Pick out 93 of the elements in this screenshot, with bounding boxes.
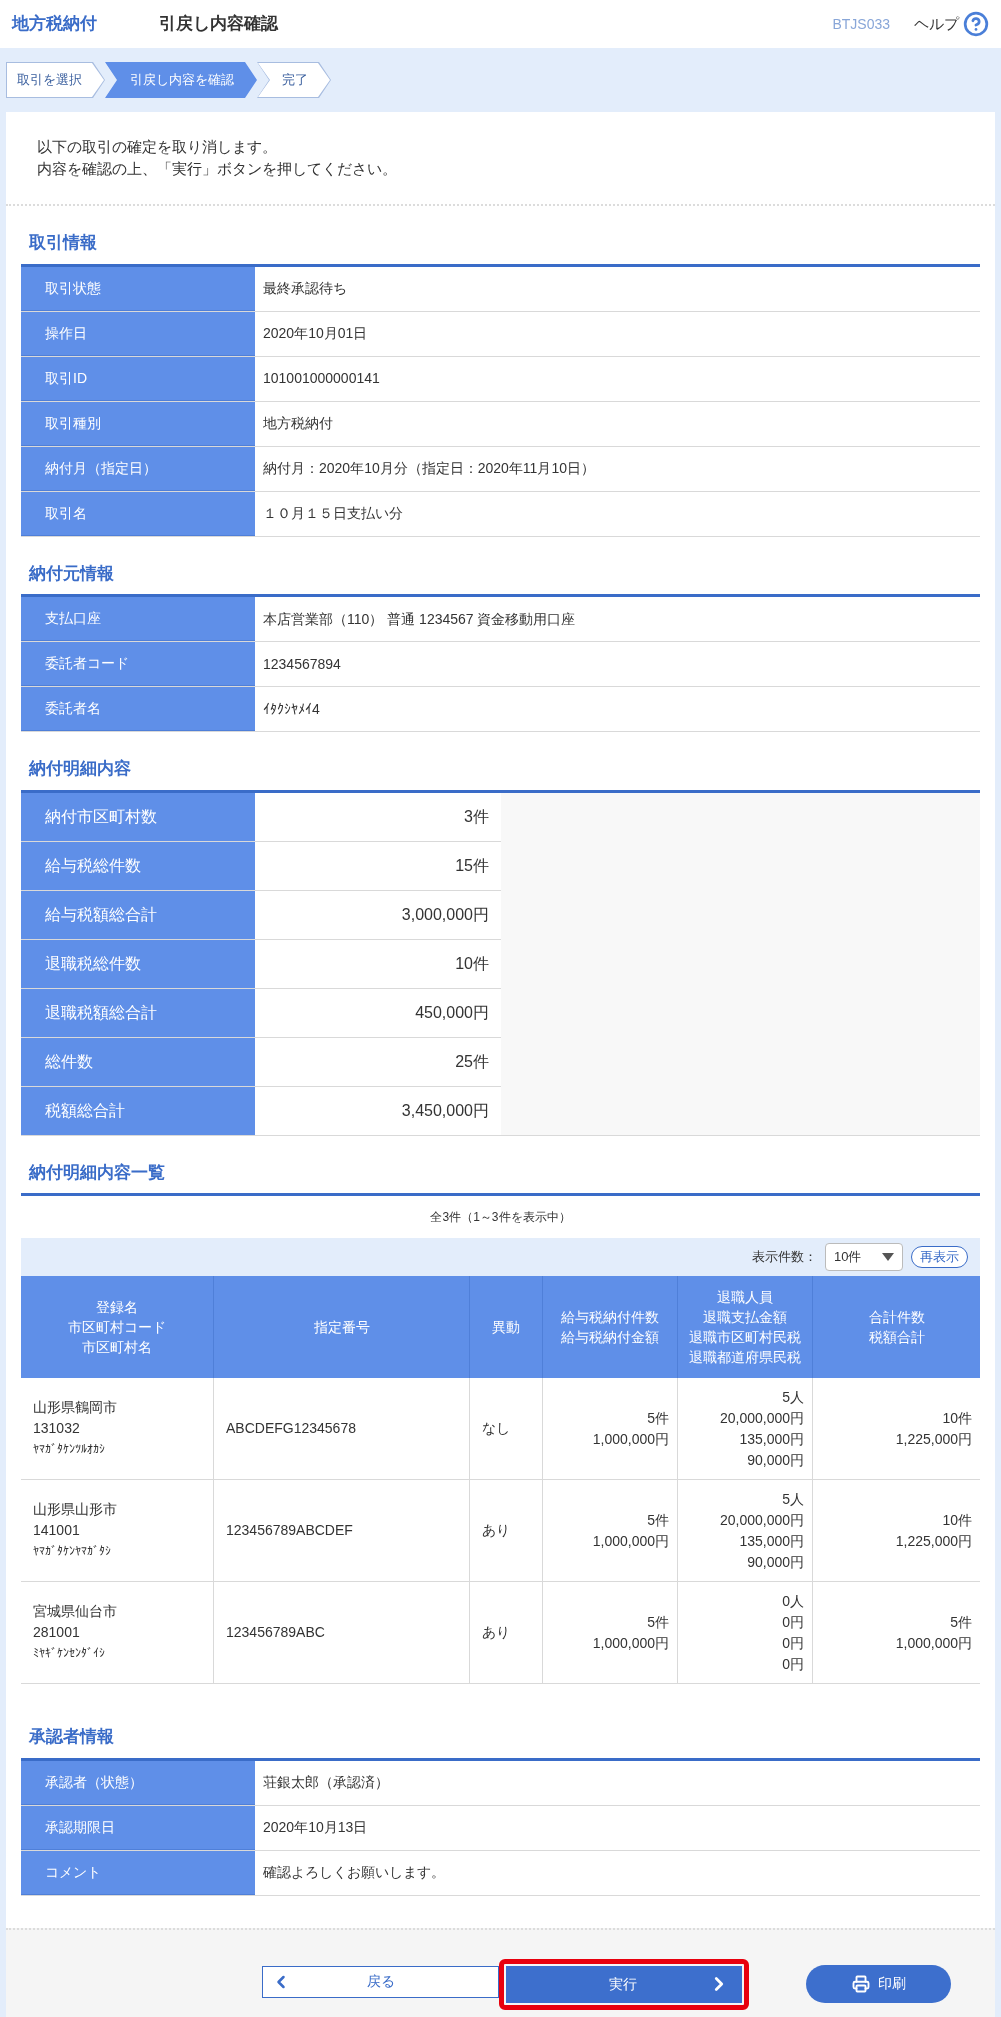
column-header-text: 登録名 [96, 1298, 138, 1317]
row-label: 委託者コード [21, 642, 255, 686]
row-value: 確認よろしくお願いします。 [262, 1863, 446, 1882]
print-button[interactable]: 印刷 [806, 1964, 951, 2003]
row-label: 退職税額総合計 [21, 988, 255, 1037]
section-title: 納付明細内容一覧 [29, 1162, 165, 1182]
row-label: 税額総合計 [21, 1086, 255, 1135]
per-page-label: 表示件数： [752, 1248, 817, 1267]
screen-id: BTJS033 [832, 14, 890, 34]
row-value: 15件 [454, 855, 490, 876]
row-label: コメント [21, 1850, 255, 1895]
step-tab[interactable]: 引戻し内容を確認 [105, 62, 257, 98]
help-icon [963, 11, 989, 37]
step-tab[interactable]: 完了 [257, 62, 331, 98]
row-value: 3件 [463, 806, 490, 827]
row-value: 101001000000141 [262, 369, 381, 388]
row-label: 支払口座 [21, 597, 255, 641]
table-cell: 0人 0円 0円 0円 [678, 1582, 813, 1683]
step-tab[interactable]: 取引を選択 [6, 62, 105, 98]
row-label: 納付市区町村数 [21, 792, 255, 841]
row-value: 2020年10月13日 [262, 1818, 369, 1837]
row-label: 退職税総件数 [21, 939, 255, 988]
column-header-text: 退職支払金額 [703, 1308, 787, 1327]
row-value: 1234567894 [262, 654, 342, 674]
row-label: 承認期限日 [21, 1805, 255, 1850]
per-page-select[interactable]: 10件 [825, 1243, 903, 1271]
table-cell: ABCDEFG12345678 [214, 1378, 470, 1479]
dropdown-icon [882, 1253, 894, 1261]
row-label: 取引種別 [21, 401, 255, 446]
table-cell: 5件 1,000,000円 [543, 1480, 678, 1581]
column-header-text: 市区町村コード [68, 1318, 166, 1337]
row-value: 本店営業部（110） 普通 1234567 資金移動用口座 [262, 609, 577, 629]
column-header-text: 指定番号 [313, 1318, 370, 1337]
row-value: ｲﾀｸｼﾔﾒｲ4 [262, 699, 321, 719]
column-header-text: 退職市区町村民税 [689, 1328, 801, 1347]
column-header-text: 市区町村名 [82, 1338, 152, 1357]
row-value: 3,000,000円 [400, 904, 490, 925]
table-cell: 5件 1,000,000円 [543, 1378, 678, 1479]
column-header-text: 合計件数 [868, 1308, 925, 1327]
column-header-text: 退職都道府県民税 [689, 1348, 801, 1367]
execute-button[interactable]: 実行 [506, 1965, 742, 2003]
redisplay-button[interactable]: 再表示 [911, 1246, 968, 1268]
row-value: 地方税納付 [262, 414, 334, 433]
page-title: 引戻し内容確認 [159, 13, 278, 36]
section-title: 承認者情報 [29, 1727, 114, 1746]
column-header-text: 給与税納付件数 [561, 1308, 659, 1327]
row-label: 納付月（指定日） [21, 446, 255, 491]
row-value: 荘銀太郎（承認済） [262, 1773, 390, 1792]
table-cell: 5人 20,000,000円 135,000円 90,000円 [678, 1480, 813, 1581]
row-label: 操作日 [21, 311, 255, 356]
table-cell-text: 10件 1,225,000円 [894, 1510, 973, 1551]
app-title: 地方税納付 [12, 13, 97, 36]
table-cell: 山形県鶴岡市 131032 ﾔﾏｶﾞﾀｹﾝﾂﾙｵｶｼ [21, 1378, 214, 1479]
row-value: 25件 [454, 1051, 490, 1072]
table-cell-text: 10件 1,225,000円 [894, 1408, 973, 1449]
column-header-text: 異動 [492, 1318, 520, 1337]
row-label: 承認者（状態） [21, 1760, 255, 1805]
back-button[interactable]: 戻る [262, 1965, 499, 1998]
table-cell: 山形県山形市 141001 ﾔﾏｶﾞﾀｹﾝﾔﾏｶﾞﾀｼ [21, 1480, 214, 1581]
section-title: 取引情報 [29, 233, 97, 252]
row-value: 450,000円 [414, 1002, 490, 1023]
row-value: １０月１５日支払い分 [262, 504, 404, 523]
row-label: 取引名 [21, 491, 255, 536]
row-value: 10件 [454, 953, 490, 974]
table-cell: 5人 20,000,000円 135,000円 90,000円 [678, 1378, 813, 1479]
column-header-text: 給与税納付金額 [561, 1328, 659, 1347]
instruction-text: 内容を確認の上、「実行」ボタンを押してください。 [37, 159, 398, 179]
row-label: 取引状態 [21, 266, 255, 311]
row-value: 3,450,000円 [400, 1100, 490, 1121]
row-label: 委託者名 [21, 687, 255, 731]
table-cell: 5件 1,000,000円 [543, 1582, 678, 1683]
row-value: 2020年10月01日 [262, 324, 369, 343]
result-count: 全3件（1～3件を表示中） [430, 1209, 571, 1226]
row-value: 最終承認待ち [262, 279, 348, 298]
instruction-text: 以下の取引の確定を取り消します。 [37, 137, 278, 157]
row-label: 総件数 [21, 1037, 255, 1086]
row-label: 給与税額総合計 [21, 890, 255, 939]
help-link[interactable]: ヘルプ [914, 11, 989, 37]
table-cell: 123456789ABCDEF [214, 1480, 470, 1581]
table-cell: 123456789ABC [214, 1582, 470, 1683]
row-value: 納付月：2020年10月分（指定日：2020年11月10日） [262, 459, 596, 478]
section-title: 納付明細内容 [29, 759, 131, 778]
section-title: 納付元情報 [29, 563, 114, 583]
table-cell: あり [470, 1480, 543, 1581]
row-label: 給与税総件数 [21, 841, 255, 890]
table-cell-text: 5件 1,000,000円 [894, 1612, 973, 1653]
row-label: 取引ID [21, 356, 255, 401]
column-header-text: 税額合計 [868, 1328, 925, 1347]
table-cell: なし [470, 1378, 543, 1479]
column-header-text: 退職人員 [717, 1288, 773, 1307]
printer-icon [851, 1974, 870, 1993]
table-cell: 宮城県仙台市 281001 ﾐﾔｷﾞｹﾝｾﾝﾀﾞｲｼ [21, 1582, 214, 1683]
table-cell: あり [470, 1582, 543, 1683]
